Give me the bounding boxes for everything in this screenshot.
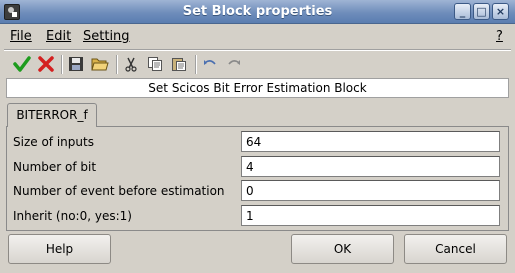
menu-bar: File Edit Setting ? xyxy=(0,24,515,49)
check-icon[interactable] xyxy=(12,54,32,74)
block-description: Set Scicos Bit Error Estimation Block xyxy=(6,78,509,98)
inherit-label: Inherit (no:0, yes:1) xyxy=(13,209,132,223)
inherit-field[interactable] xyxy=(241,205,500,226)
ok-button[interactable]: OK xyxy=(291,234,394,264)
menu-separator xyxy=(4,49,511,51)
menu-help[interactable]: ? xyxy=(496,29,503,44)
size-of-inputs-field[interactable] xyxy=(241,131,500,152)
menu-setting[interactable]: Setting xyxy=(83,29,130,44)
cancel-x-icon[interactable] xyxy=(36,54,56,74)
maximize-button[interactable]: □ xyxy=(473,3,490,20)
events-before-estimation-label: Number of event before estimation xyxy=(13,184,225,198)
copy-icon[interactable] xyxy=(145,54,165,74)
menu-setting-label: Setting xyxy=(83,29,130,44)
window-title: Set Block properties xyxy=(182,4,333,19)
tab-biterror[interactable]: BITERROR_f xyxy=(7,103,97,127)
events-before-estimation-field[interactable] xyxy=(241,180,500,201)
size-of-inputs-label: Size of inputs xyxy=(13,135,94,149)
menu-edit-label: Edit xyxy=(46,29,72,44)
cut-icon[interactable] xyxy=(121,54,141,74)
toolbar-separator xyxy=(116,55,118,74)
toolbar-separator xyxy=(195,55,197,74)
help-button[interactable]: Help xyxy=(8,234,111,264)
menu-file-label: File xyxy=(10,29,32,44)
toolbar-separator xyxy=(61,55,63,74)
toolbar xyxy=(6,52,509,76)
open-folder-icon[interactable] xyxy=(90,54,110,74)
menu-help-label: ? xyxy=(496,29,503,44)
number-of-bit-label: Number of bit xyxy=(13,160,97,174)
cancel-button[interactable]: Cancel xyxy=(404,234,507,264)
minimize-button[interactable]: _ xyxy=(454,3,471,20)
redo-icon[interactable] xyxy=(224,54,244,74)
menu-file[interactable]: File xyxy=(10,29,32,44)
close-button[interactable]: × xyxy=(492,3,509,20)
paste-icon[interactable] xyxy=(169,54,189,74)
title-bar: Set Block properties _ □ × xyxy=(0,0,515,24)
number-of-bit-field[interactable] xyxy=(241,156,500,177)
undo-icon[interactable] xyxy=(200,54,220,74)
menu-edit[interactable]: Edit xyxy=(46,29,71,44)
save-icon[interactable] xyxy=(66,54,86,74)
